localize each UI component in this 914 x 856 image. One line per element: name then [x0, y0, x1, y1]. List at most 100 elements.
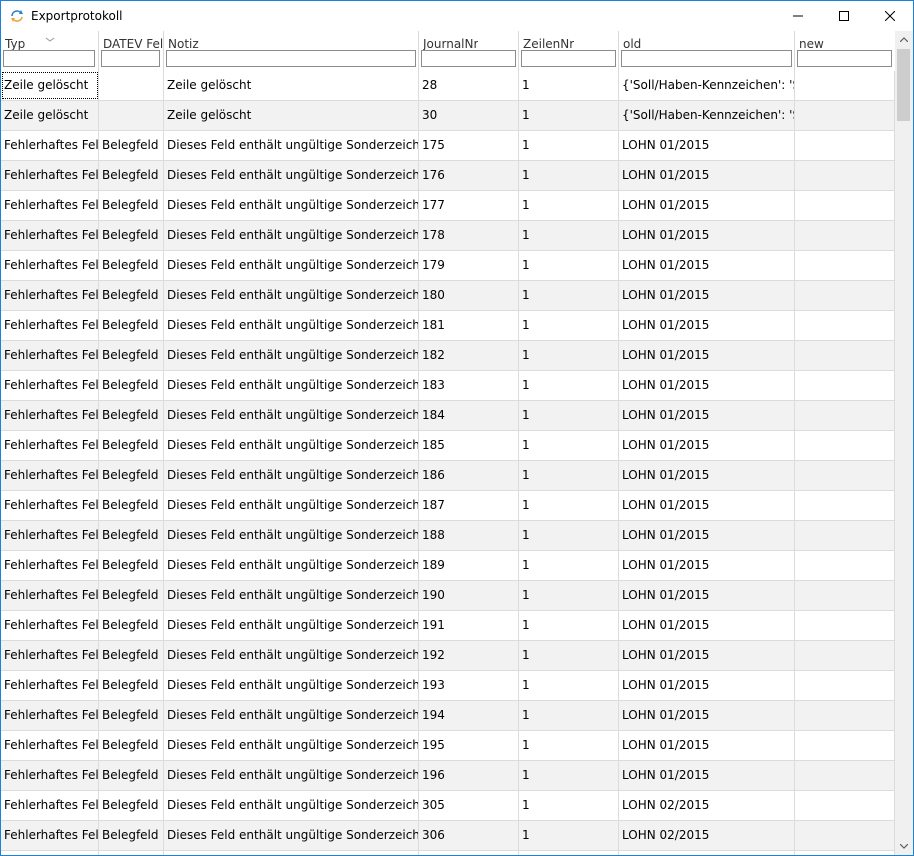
- cell-journal[interactable]: 28: [419, 71, 519, 100]
- cell-notiz[interactable]: Dieses Feld enthält ungültige Sonderzeic…: [164, 791, 419, 820]
- cell-zeilen[interactable]: 1: [519, 131, 619, 160]
- cell-new[interactable]: [795, 401, 895, 430]
- cell-datev[interactable]: Belegfeld 1: [99, 131, 164, 160]
- table-row[interactable]: Fehlerhaftes Feld Belegfeld 1 Dieses Feld …: [1, 131, 895, 161]
- cell-new[interactable]: [795, 131, 895, 160]
- cell-zeilen[interactable]: [519, 851, 619, 855]
- cell-journal[interactable]: 177: [419, 191, 519, 220]
- cell-journal[interactable]: 190: [419, 581, 519, 610]
- cell-notiz[interactable]: Zeile gelöscht: [164, 101, 419, 130]
- cell-typ[interactable]: Zeile gelöscht: [1, 101, 99, 130]
- cell-zeilen[interactable]: 1: [519, 371, 619, 400]
- close-button[interactable]: [867, 1, 913, 31]
- column-header-typ[interactable]: Typ: [1, 31, 99, 71]
- cell-old[interactable]: LOHN 01/2015: [619, 191, 795, 220]
- cell-old[interactable]: LOHN 01/2015: [619, 761, 795, 790]
- table-row[interactable]: Fehlerhaftes Feld Belegfeld 1 Dieses Feld …: [1, 701, 895, 731]
- cell-datev[interactable]: Belegfeld 1: [99, 461, 164, 490]
- cell-datev[interactable]: Belegfeld 1: [99, 821, 164, 850]
- cell-new[interactable]: [795, 581, 895, 610]
- cell-datev[interactable]: Belegfeld 1: [99, 701, 164, 730]
- cell-zeilen[interactable]: 1: [519, 761, 619, 790]
- cell-journal[interactable]: 186: [419, 461, 519, 490]
- cell-zeilen[interactable]: 1: [519, 431, 619, 460]
- table-row[interactable]: Zeile gelöscht Zeile gelöscht 28 1 {'Soll/Ha…: [1, 71, 895, 101]
- cell-typ[interactable]: Fehlerhaftes Feld: [1, 401, 99, 430]
- table-row[interactable]: Fehlerhaftes Feld Belegfeld 1 Dieses Feld …: [1, 821, 895, 851]
- cell-zeilen[interactable]: 1: [519, 521, 619, 550]
- cell-zeilen[interactable]: 1: [519, 581, 619, 610]
- table-row[interactable]: Fehlerhaftes Feld Belegfeld 1 Dieses Feld …: [1, 401, 895, 431]
- column-header-old[interactable]: old: [619, 31, 795, 71]
- cell-zeilen[interactable]: 1: [519, 221, 619, 250]
- cell-zeilen[interactable]: 1: [519, 461, 619, 490]
- cell-typ[interactable]: Fehlerhaftes Feld: [1, 821, 99, 850]
- cell-notiz[interactable]: Dieses Feld enthält ungültige Sonderzeic…: [164, 131, 419, 160]
- cell-typ[interactable]: Fehlerhaftes Feld: [1, 491, 99, 520]
- cell-new[interactable]: [795, 551, 895, 580]
- cell-old[interactable]: LOHN 01/2015: [619, 401, 795, 430]
- scroll-up-button[interactable]: [895, 31, 913, 48]
- cell-datev[interactable]: [99, 851, 164, 855]
- cell-old[interactable]: LOHN 01/2015: [619, 131, 795, 160]
- cell-typ[interactable]: Fehlerhaftes Feld: [1, 431, 99, 460]
- cell-zeilen[interactable]: 1: [519, 401, 619, 430]
- cell-notiz[interactable]: Dieses Feld enthält ungültige Sonderzeic…: [164, 341, 419, 370]
- table-row[interactable]: Fehlerhaftes Feld Belegfeld 1 Dieses Feld …: [1, 191, 895, 221]
- cell-notiz[interactable]: Dieses Feld enthält ungültige Sonderzeic…: [164, 371, 419, 400]
- cell-old[interactable]: LOHN 01/2015: [619, 311, 795, 340]
- cell-old[interactable]: LOHN 01/2015: [619, 611, 795, 640]
- cell-datev[interactable]: Belegfeld 1: [99, 521, 164, 550]
- column-header-journalnr[interactable]: JournalNr: [419, 31, 519, 71]
- cell-datev[interactable]: Belegfeld 1: [99, 281, 164, 310]
- table-row[interactable]: Zeile gelöscht Zeile gelöscht 30 1 {'Soll/Ha…: [1, 101, 895, 131]
- cell-notiz[interactable]: Dieses Feld enthält ungültige Sonderzeic…: [164, 521, 419, 550]
- table-row[interactable]: Fehlerhaftes Feld Belegfeld 1 Dieses Feld …: [1, 371, 895, 401]
- cell-old[interactable]: LOHN 01/2015: [619, 731, 795, 760]
- cell-new[interactable]: [795, 161, 895, 190]
- column-header-new[interactable]: new: [795, 31, 895, 71]
- cell-datev[interactable]: Belegfeld 1: [99, 791, 164, 820]
- cell-journal[interactable]: 175: [419, 131, 519, 160]
- cell-new[interactable]: [795, 281, 895, 310]
- cell-old[interactable]: LOHN 02/2015: [619, 821, 795, 850]
- cell-typ[interactable]: Fehlerhaftes Feld: [1, 791, 99, 820]
- cell-new[interactable]: [795, 461, 895, 490]
- cell-notiz[interactable]: Dieses Feld enthält ungültige Sonderzeic…: [164, 701, 419, 730]
- cell-typ[interactable]: Fehlerhaftes Feld: [1, 281, 99, 310]
- cell-journal[interactable]: 179: [419, 251, 519, 280]
- cell-typ[interactable]: Zeile gelöscht: [1, 71, 99, 100]
- cell-journal[interactable]: 183: [419, 371, 519, 400]
- cell-notiz[interactable]: [164, 851, 419, 855]
- filter-input-old[interactable]: [621, 50, 792, 67]
- cell-old[interactable]: LOHN 01/2015: [619, 371, 795, 400]
- title-bar[interactable]: Exportprotokoll: [1, 1, 913, 31]
- cell-typ[interactable]: Fehlerhaftes Feld: [1, 461, 99, 490]
- cell-typ[interactable]: Fehlerhaftes Feld: [1, 701, 99, 730]
- cell-journal[interactable]: 182: [419, 341, 519, 370]
- cell-old[interactable]: LOHN 01/2015: [619, 551, 795, 580]
- maximize-button[interactable]: [821, 1, 867, 31]
- cell-datev[interactable]: Belegfeld 1: [99, 731, 164, 760]
- cell-new[interactable]: [795, 761, 895, 790]
- cell-journal[interactable]: 195: [419, 731, 519, 760]
- cell-zeilen[interactable]: 1: [519, 71, 619, 100]
- cell-datev[interactable]: Belegfeld 1: [99, 401, 164, 430]
- column-header-zeilennr[interactable]: ZeilenNr: [519, 31, 619, 71]
- cell-old[interactable]: LOHN 01/2015: [619, 221, 795, 250]
- cell-typ[interactable]: [1, 851, 99, 855]
- cell-zeilen[interactable]: 1: [519, 281, 619, 310]
- cell-new[interactable]: [795, 671, 895, 700]
- cell-new[interactable]: [795, 191, 895, 220]
- cell-notiz[interactable]: Dieses Feld enthält ungültige Sonderzeic…: [164, 731, 419, 760]
- cell-datev[interactable]: Belegfeld 1: [99, 221, 164, 250]
- cell-old[interactable]: LOHN 01/2015: [619, 251, 795, 280]
- table-row[interactable]: Fehlerhaftes Feld Belegfeld 1 Dieses Feld …: [1, 461, 895, 491]
- cell-old[interactable]: {'Soll/Haben-Kennzeichen': 'S...: [619, 71, 795, 100]
- cell-notiz[interactable]: Dieses Feld enthält ungültige Sonderzeic…: [164, 641, 419, 670]
- cell-notiz[interactable]: Dieses Feld enthält ungültige Sonderzeic…: [164, 761, 419, 790]
- cell-datev[interactable]: Belegfeld 1: [99, 311, 164, 340]
- table-row[interactable]: Fehlerhaftes Feld Belegfeld 1 Dieses Feld …: [1, 641, 895, 671]
- cell-datev[interactable]: Belegfeld 1: [99, 491, 164, 520]
- cell-zeilen[interactable]: 1: [519, 701, 619, 730]
